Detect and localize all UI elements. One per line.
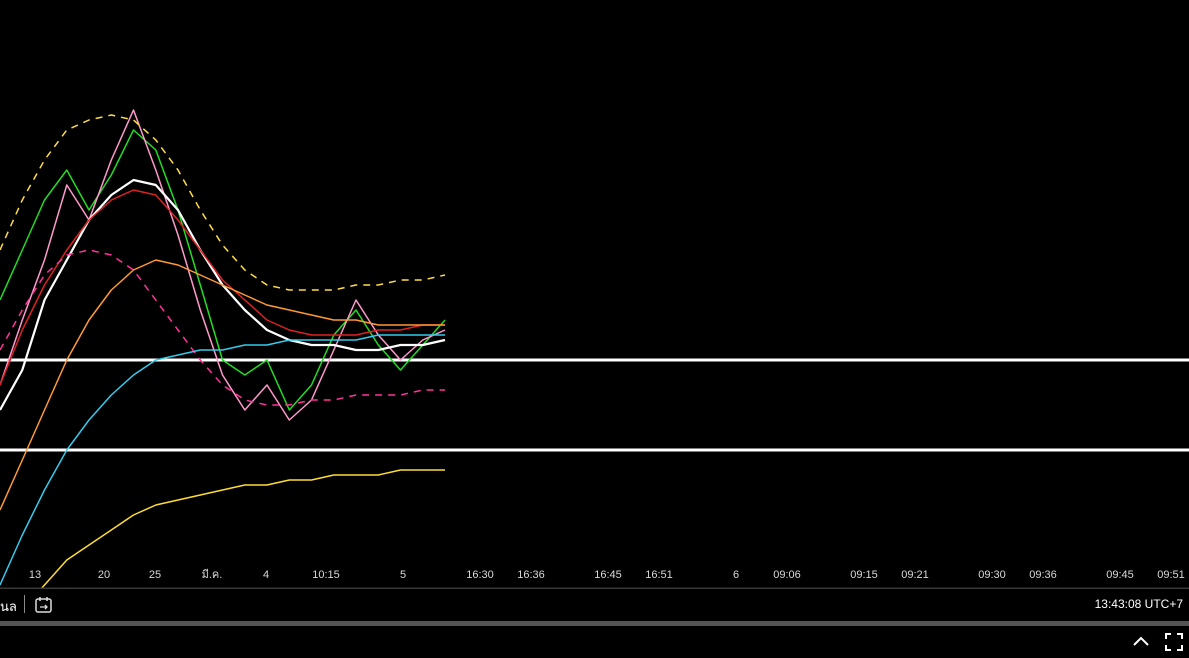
- series-line-2[interactable]: [0, 109, 446, 421]
- x-tick-label: 16:51: [645, 569, 673, 581]
- toolbar-divider: [24, 595, 25, 613]
- x-tick-label: 09:21: [901, 569, 929, 581]
- maximize-icon[interactable]: [1164, 632, 1184, 652]
- chart-canvas[interactable]: 13 20 25 มี.ค. 4 10:15 5 16:30 16:36 16:45 16:51 6 0…: [0, 0, 1189, 588]
- x-tick-label: 09:36: [1029, 569, 1057, 581]
- bottom-toolbar: นล 13:43:08 UTC+7: [0, 588, 1189, 622]
- chevron-up-icon[interactable]: [1131, 632, 1151, 652]
- horizontal-lines: [0, 358, 1189, 452]
- x-tick-label: 09:45: [1106, 569, 1134, 581]
- x-tick-label: 16:45: [594, 569, 622, 581]
- series-line-7[interactable]: [0, 259, 445, 511]
- series-line-8[interactable]: [0, 334, 445, 586]
- range-selector-label[interactable]: นล: [0, 596, 17, 617]
- x-tick-label: 4: [263, 569, 269, 581]
- series-line-6[interactable]: [0, 249, 445, 406]
- x-tick-label: 25: [149, 569, 161, 581]
- x-tick-label: 10:15: [312, 569, 340, 581]
- x-tick-label: 16:36: [517, 569, 545, 581]
- x-tick-label: 20: [98, 569, 110, 581]
- x-tick-label: 6: [733, 569, 739, 581]
- series-line-1[interactable]: [0, 129, 446, 411]
- chart-series: [0, 109, 446, 588]
- bottom-panel: [0, 626, 1189, 658]
- x-tick-label: 09:51: [1157, 569, 1185, 581]
- calendar-arrow-icon[interactable]: [33, 594, 55, 616]
- price-chart[interactable]: 13 20 25 มี.ค. 4 10:15 5 16:30 16:36 16:45 16:51 6 0…: [0, 0, 1189, 588]
- x-tick-label: 09:06: [773, 569, 801, 581]
- series-line-4[interactable]: [0, 189, 445, 386]
- series-line-5[interactable]: [0, 114, 446, 291]
- x-tick-label: 09:15: [850, 569, 878, 581]
- clock-readout[interactable]: 13:43:08 UTC+7: [1095, 597, 1183, 611]
- x-tick-label: 13: [29, 569, 41, 581]
- time-axis[interactable]: 13 20 25 มี.ค. 4 10:15 5 16:30 16:36 16:45 16:51 6 0…: [29, 568, 1185, 581]
- x-tick-label: 09:30: [978, 569, 1006, 581]
- series-line-9[interactable]: [0, 469, 445, 588]
- x-tick-label: 16:30: [466, 569, 494, 581]
- x-tick-label: 5: [400, 569, 406, 581]
- x-tick-label: มี.ค.: [202, 568, 223, 581]
